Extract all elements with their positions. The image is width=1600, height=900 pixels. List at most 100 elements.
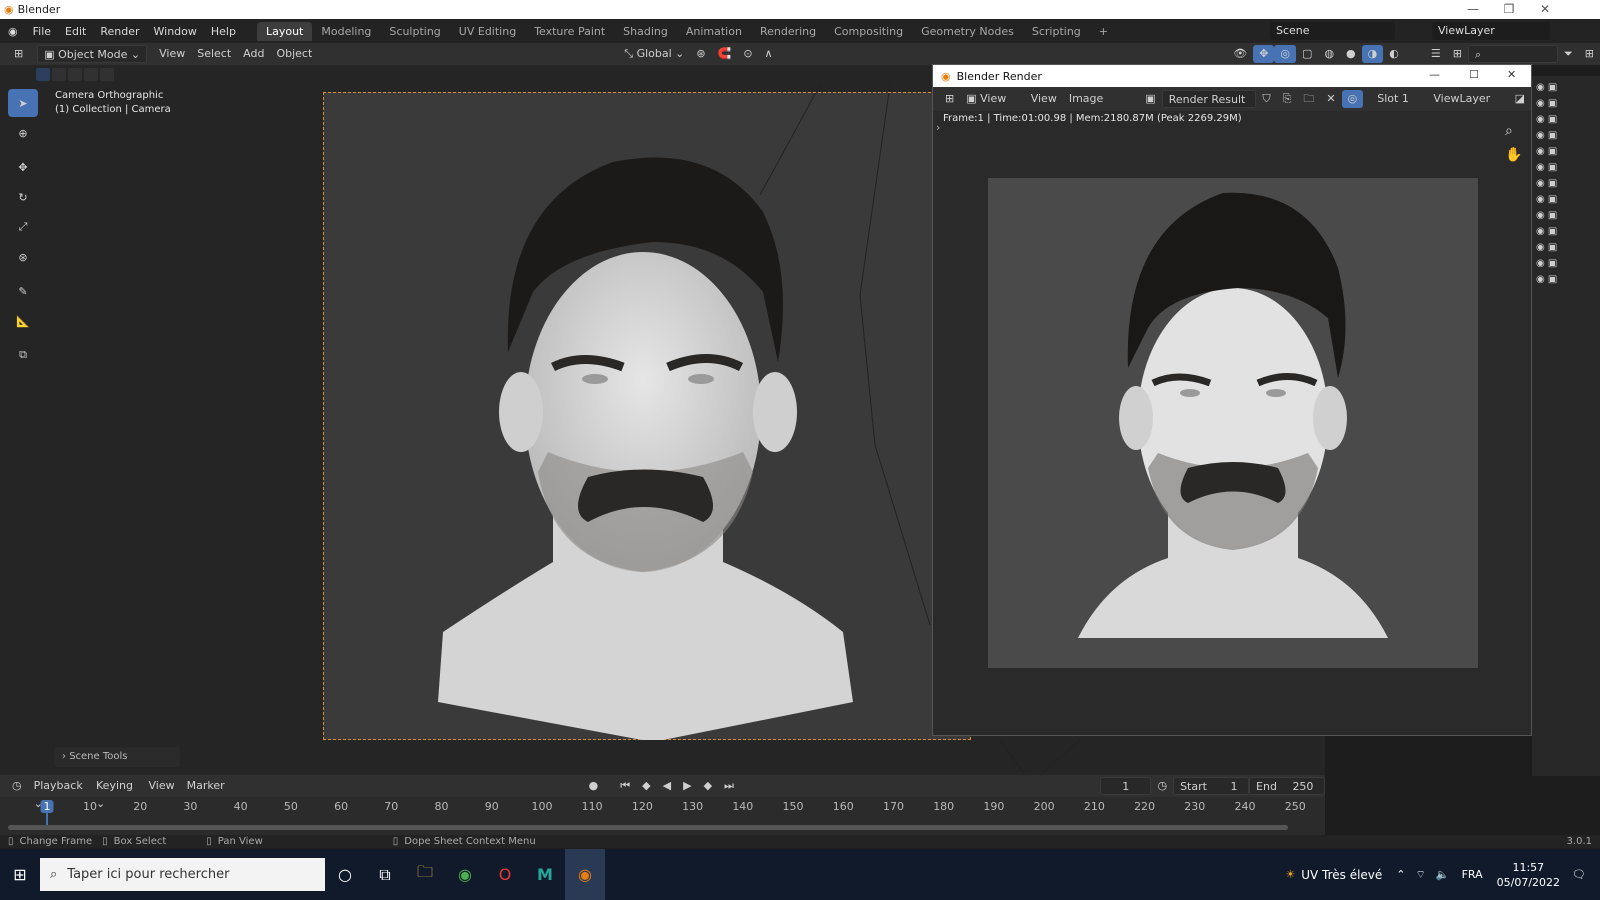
tab-shading[interactable]: Shading [614, 22, 677, 41]
menu-file[interactable]: File [26, 25, 58, 38]
proportional-edit-icon[interactable]: ⊙ [737, 45, 758, 63]
render-close-button[interactable]: ✕ [1507, 68, 1516, 81]
volume-icon[interactable]: 🔈 [1436, 868, 1450, 881]
outliner-visibility-icons[interactable]: ◉ ▣◉ ▣◉ ▣ ◉ ▣◉ ▣◉ ▣ ◉ ▣◉ ▣◉ ▣ ◉ ▣◉ ▣◉ ▣ … [1532, 76, 1600, 776]
close-button[interactable]: ✕ [1527, 0, 1563, 19]
menu-marker[interactable]: Marker [181, 777, 231, 795]
pan-hand-icon[interactable]: ✋ [1505, 147, 1522, 163]
render-window[interactable]: ◉ Blender Render — ☐ ✕ ⊞ ▣ View ⌄ View I… [932, 64, 1532, 736]
timeline-scrollbar[interactable] [8, 825, 1288, 830]
cortana-button[interactable]: ○ [325, 849, 365, 900]
view-layer-selector[interactable]: ViewLayer [1432, 22, 1550, 40]
jump-keyframe-forward-icon[interactable]: ◆ [698, 777, 718, 795]
scene-tools-panel[interactable]: › Scene Tools [54, 747, 180, 767]
play-icon[interactable]: ▶ [677, 777, 697, 795]
render-menu-view[interactable]: View [1025, 90, 1063, 108]
tab-uv-editing[interactable]: UV Editing [450, 22, 525, 41]
image-browse-icon[interactable]: ▣ [1139, 90, 1161, 108]
measure-tool[interactable]: 📐 [8, 307, 38, 335]
head-model-viewport[interactable] [323, 92, 971, 740]
transform-tool[interactable]: ⊛ [8, 243, 38, 271]
select-box-tool[interactable]: ➤ [8, 89, 38, 117]
chevron-up-icon[interactable]: ⌃ [1396, 868, 1405, 881]
notifications-icon[interactable]: 🗨 [1572, 868, 1586, 881]
tab-sculpting[interactable]: Sculpting [380, 22, 449, 41]
snap-icon[interactable]: 🧲 [712, 45, 738, 63]
tab-modeling[interactable]: Modeling [312, 22, 380, 41]
wireframe-shading-icon[interactable]: ◍ [1318, 45, 1340, 63]
task-view-button[interactable]: ⧉ [365, 849, 405, 900]
material-shading-icon[interactable]: ◑ [1361, 45, 1384, 63]
network-icon[interactable]: ⌔ [1416, 868, 1426, 882]
end-frame-field[interactable]: End 250 [1249, 777, 1325, 795]
visibility-icon[interactable]: 👁 [1227, 45, 1253, 63]
restore-button[interactable]: ❐ [1491, 0, 1527, 19]
outliner-mode-icon[interactable]: ⊞ [1447, 45, 1468, 63]
cursor-tool[interactable]: ⊕ [8, 119, 38, 147]
current-frame-field[interactable]: 1 [1099, 777, 1152, 795]
outliner-search-input[interactable]: ⌕ [1467, 45, 1558, 63]
blender-taskbar-button[interactable]: ◉ [565, 849, 605, 900]
zoom-icon[interactable]: ⌕ [1505, 123, 1513, 139]
add-workspace-button[interactable]: + [1090, 22, 1117, 41]
weather-text[interactable]: UV Très élevé [1301, 868, 1382, 882]
tab-geometry-nodes[interactable]: Geometry Nodes [912, 22, 1023, 41]
mode-dropdown[interactable]: ▣ Object Mode ⌄ [37, 45, 148, 63]
pivot-icon[interactable]: ⊛ [690, 45, 711, 63]
chrome-button[interactable]: ◉ [445, 849, 485, 900]
start-frame-field[interactable]: Start 1 [1173, 777, 1250, 795]
tab-scripting[interactable]: Scripting [1023, 22, 1090, 41]
opera-button[interactable]: O [485, 849, 525, 900]
menu-window[interactable]: Window [147, 25, 204, 38]
tab-compositing[interactable]: Compositing [825, 22, 912, 41]
image-editor-type-icon[interactable]: ⊞ [939, 90, 960, 108]
fake-user-icon[interactable]: ⛉ [1256, 90, 1276, 108]
tab-rendering[interactable]: Rendering [751, 22, 825, 41]
render-view-layer-dropdown[interactable]: ViewLayer ⌄ [1427, 90, 1508, 123]
scale-tool[interactable]: ⤢ [8, 213, 38, 241]
taskbar-search-box[interactable]: ⌕ Taper ici pour rechercher [40, 858, 325, 891]
minimize-button[interactable]: — [1455, 0, 1491, 19]
menu-select[interactable]: Select [191, 45, 237, 63]
start-button[interactable]: ⊞ [0, 849, 40, 900]
jump-end-icon[interactable]: ⏭ [718, 777, 740, 795]
scene-selector[interactable]: Scene [1270, 22, 1395, 40]
editor-type-icon[interactable]: ⊞ [8, 45, 29, 63]
slot-dropdown[interactable]: Slot 1 ⌄ [1371, 90, 1427, 123]
move-tool[interactable]: ✥ [8, 153, 38, 181]
render-menu-image[interactable]: Image [1063, 90, 1109, 108]
annotate-tool[interactable]: ✎ [8, 277, 38, 305]
jump-keyframe-back-icon[interactable]: ◆ [636, 777, 656, 795]
solid-shading-icon[interactable]: ● [1340, 45, 1362, 63]
preview-range-icon[interactable]: ◷ [1151, 777, 1173, 795]
language-indicator[interactable]: FRA [1462, 868, 1483, 881]
playhead-line[interactable] [46, 813, 48, 825]
menu-playback[interactable]: Playback ⌄ [28, 777, 90, 810]
render-sidebar-toggle-icon[interactable]: › [936, 121, 940, 134]
render-minimize-button[interactable]: — [1429, 68, 1440, 81]
gizmo-icon[interactable]: ✥ [1253, 45, 1275, 63]
image-view-mode-dropdown[interactable]: ▣ View ⌄ [960, 90, 1025, 123]
menu-render[interactable]: Render [93, 25, 146, 38]
play-reverse-icon[interactable]: ◀ [657, 777, 677, 795]
render-canvas[interactable]: Frame:1 | Time:01:00.98 | Mem:2180.87M (… [933, 111, 1531, 735]
menu-view[interactable]: View [153, 45, 191, 63]
xray-icon[interactable]: ▢ [1296, 45, 1318, 63]
jump-start-icon[interactable]: ⏮ [614, 777, 636, 795]
new-collection-icon[interactable]: ⊞ [1579, 45, 1600, 63]
overlays-icon[interactable]: ◎ [1274, 45, 1297, 63]
app-m-button[interactable]: M [525, 849, 565, 900]
menu-edit[interactable]: Edit [58, 25, 93, 38]
render-overlays-icon[interactable]: ◎ [1341, 90, 1364, 108]
rendered-shading-icon[interactable]: ◐ [1383, 45, 1405, 63]
rotate-tool[interactable]: ↻ [8, 183, 38, 211]
filter-icon[interactable]: ⏷ [1558, 45, 1579, 63]
file-explorer-button[interactable]: 🗀 [405, 849, 445, 900]
add-cube-tool[interactable]: ⧉ [8, 341, 38, 369]
menu-help[interactable]: Help [204, 25, 243, 38]
auto-keying-icon[interactable]: ● [583, 777, 605, 795]
timeline-ruler[interactable]: 1 10 20 30 40 50 60 70 80 90 100 110 120 130 140 150 160… [0, 797, 1325, 817]
unlink-image-icon[interactable]: ✕ [1320, 90, 1341, 108]
menu-add[interactable]: Add [237, 45, 270, 63]
timeline-editor-type-icon[interactable]: ◷ [6, 777, 28, 795]
